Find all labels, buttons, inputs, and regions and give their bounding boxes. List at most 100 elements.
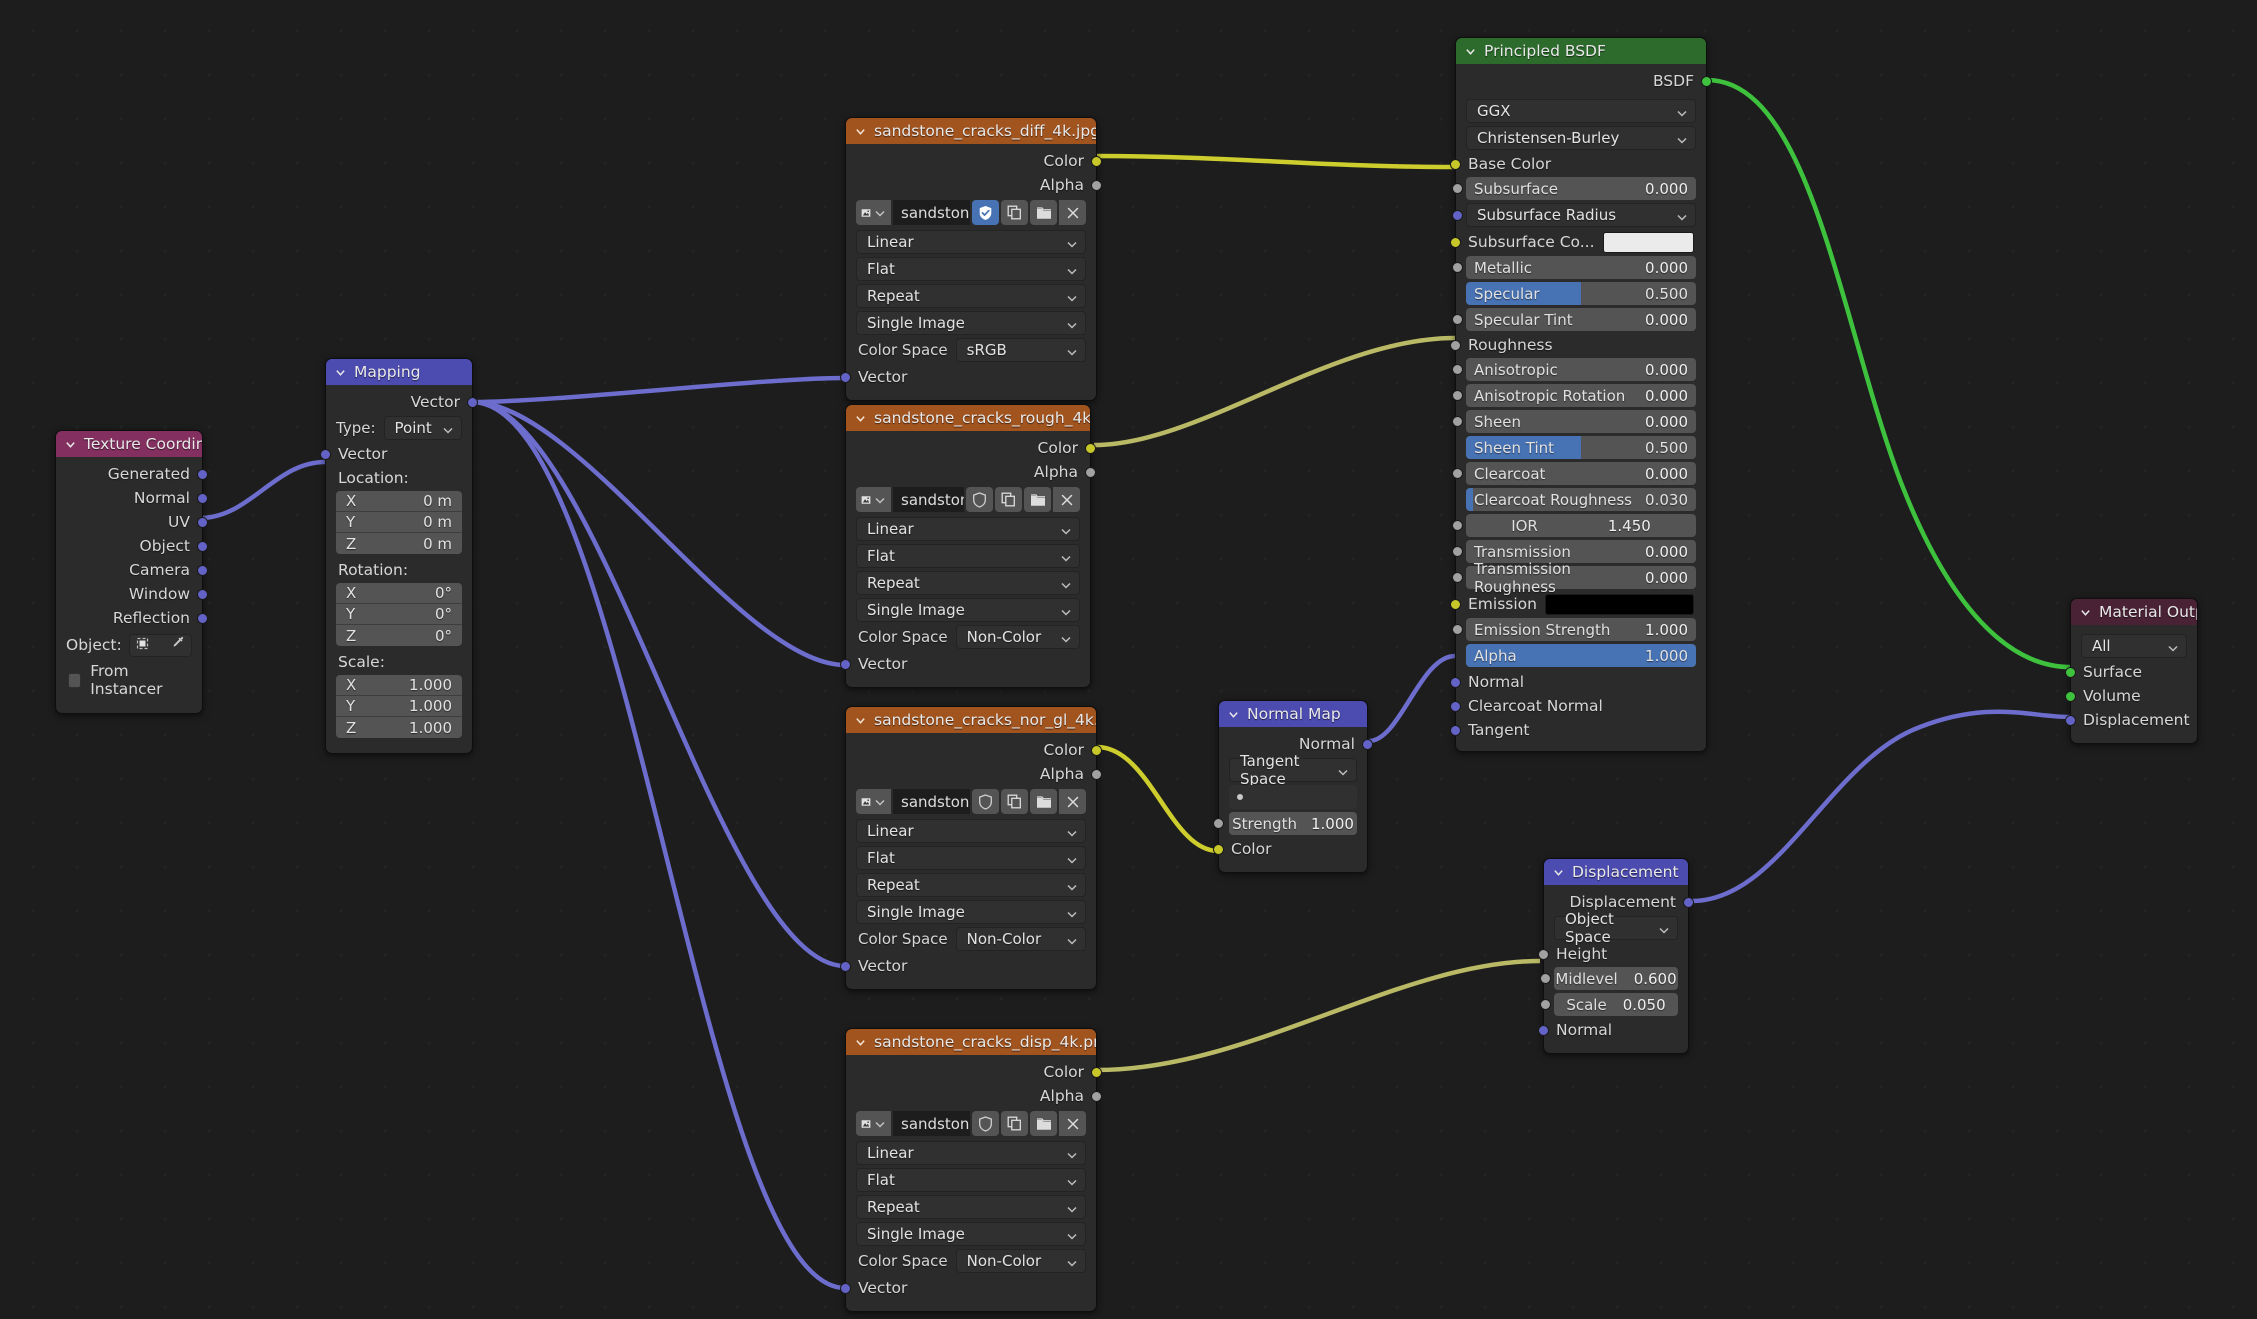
socket-row-camera[interactable]: Camera xyxy=(56,559,208,581)
input-socket-anisotropic-rotation[interactable] xyxy=(1452,390,1463,401)
output-socket-color[interactable] xyxy=(1091,744,1102,756)
extension-dropdown[interactable]: Repeat xyxy=(856,1195,1086,1219)
node-header-principled-bsdf[interactable]: Principled BSDF xyxy=(1456,38,1706,64)
socket-row-normal[interactable]: Normal xyxy=(1450,671,1706,693)
socket-row-clearcoat-normal[interactable]: Clearcoat Normal xyxy=(1450,695,1706,717)
interpolation-dropdown[interactable]: Linear xyxy=(856,819,1086,843)
collapse-chevron-icon[interactable] xyxy=(855,413,866,424)
distribution-dropdown[interactable]: GGX xyxy=(1466,99,1696,123)
socket-row-height[interactable]: Height xyxy=(1538,943,1688,965)
node-header-image-texture-displacement[interactable]: sandstone_cracks_disp_4k.png xyxy=(846,1029,1096,1055)
output-socket-alpha[interactable] xyxy=(1091,179,1102,191)
socket-row-alpha[interactable]: Alpha xyxy=(846,763,1102,785)
output-socket-alpha[interactable] xyxy=(1091,1090,1102,1102)
input-socket-ior[interactable] xyxy=(1452,520,1463,531)
rotation-y[interactable]: Y 0° xyxy=(336,604,462,625)
image-name-field[interactable]: sandstone_crac... xyxy=(893,1111,970,1136)
input-socket-color[interactable] xyxy=(1213,843,1224,855)
input-socket-clearcoat[interactable] xyxy=(1452,468,1463,479)
node-header-material-output[interactable]: Material Output xyxy=(2071,599,2197,625)
socket-row-normal[interactable]: Normal xyxy=(1538,1019,1688,1041)
socket-row-tangent[interactable]: Tangent xyxy=(1450,719,1706,741)
output-socket-normal[interactable] xyxy=(1362,738,1373,750)
input-specular[interactable]: Specular 0.500 xyxy=(1466,282,1696,305)
input-socket-vector[interactable] xyxy=(840,371,851,383)
rotation-group[interactable]: X 0° Y 0° Z 0° xyxy=(336,583,462,646)
input-socket-vector[interactable] xyxy=(320,448,331,460)
open-image-folder-icon[interactable] xyxy=(1024,487,1051,512)
open-image-folder-icon[interactable] xyxy=(1030,200,1057,225)
open-image-folder-icon[interactable] xyxy=(1030,789,1057,814)
fake-user-shield-icon[interactable] xyxy=(972,1111,999,1136)
output-socket-camera[interactable] xyxy=(197,564,208,576)
input-socket-metallic[interactable] xyxy=(1452,262,1463,273)
input-midlevel[interactable]: Midlevel 0.600 xyxy=(1540,967,1678,990)
socket-row-vector-out[interactable]: Vector xyxy=(326,391,478,413)
socket-row-alpha[interactable]: Alpha xyxy=(846,1085,1102,1107)
image-datablock-strip[interactable]: sandstone_crac... xyxy=(856,789,1086,814)
node-image-texture-diffuse[interactable]: sandstone_cracks_diff_4k.jpg Color Alpha… xyxy=(840,117,1102,401)
output-socket-generated[interactable] xyxy=(197,468,208,480)
input-metallic[interactable]: Metallic 0.000 xyxy=(1452,256,1696,279)
socket-row-alpha[interactable]: Alpha xyxy=(846,174,1102,196)
input-ior[interactable]: IOR 1.450 xyxy=(1452,514,1696,537)
projection-dropdown[interactable]: Flat xyxy=(856,257,1086,281)
image-name-field[interactable]: sandstone_crac... xyxy=(893,487,964,512)
input-socket-specular-tint[interactable] xyxy=(1452,314,1463,325)
image-name-field[interactable]: sandstone_crac... xyxy=(893,789,970,814)
interpolation-dropdown[interactable]: Linear xyxy=(856,1141,1086,1165)
node-header-image-texture-normal[interactable]: sandstone_cracks_nor_gl_4k.exr xyxy=(846,707,1096,733)
node-header-displacement[interactable]: Displacement xyxy=(1544,859,1688,885)
node-principled-bsdf[interactable]: Principled BSDF BSDF GGX Christensen-Bur… xyxy=(1450,37,1712,752)
browse-image-button[interactable] xyxy=(856,200,891,225)
collapse-chevron-icon[interactable] xyxy=(855,715,866,726)
input-specular-tint[interactable]: Specular Tint 0.000 xyxy=(1452,308,1696,331)
fake-user-shield-icon[interactable] xyxy=(966,487,993,512)
input-socket-midlevel[interactable] xyxy=(1540,973,1551,984)
eyedropper-icon[interactable] xyxy=(170,635,186,655)
input-socket-vector[interactable] xyxy=(840,658,851,670)
subsurface-color-swatch[interactable] xyxy=(1602,231,1694,253)
image-datablock-strip[interactable]: sandstone_crac... xyxy=(856,487,1080,512)
socket-row-roughness[interactable]: Roughness xyxy=(1450,334,1706,356)
location-y[interactable]: Y 0 m xyxy=(336,512,462,533)
fake-user-shield-icon[interactable] xyxy=(972,789,999,814)
input-socket-subsurface[interactable] xyxy=(1452,183,1463,194)
input-socket-height[interactable] xyxy=(1538,948,1549,960)
input-subsurface-radius[interactable]: Subsurface Radius xyxy=(1452,203,1696,227)
new-image-copy-icon[interactable] xyxy=(1001,789,1028,814)
object-picker-row[interactable]: Object: xyxy=(66,633,192,657)
input-socket-emission-strength[interactable] xyxy=(1452,624,1463,635)
output-socket-uv[interactable] xyxy=(197,516,208,528)
input-anisotropic-rotation[interactable]: Anisotropic Rotation 0.000 xyxy=(1452,384,1696,407)
from-instancer-row[interactable]: From Instancer xyxy=(68,662,190,698)
input-socket-volume[interactable] xyxy=(2065,690,2076,702)
input-socket-roughness[interactable] xyxy=(1450,339,1461,351)
socket-row-surface[interactable]: Surface xyxy=(2065,661,2197,683)
output-socket-displacement[interactable] xyxy=(1683,896,1694,908)
space-dropdown[interactable]: Tangent Space xyxy=(1229,752,1357,788)
input-socket-subsurface-color[interactable] xyxy=(1450,236,1461,248)
node-mapping[interactable]: Mapping Vector Type: Point Vector Locati… xyxy=(320,358,478,754)
scale-z[interactable]: Z 1.000 xyxy=(336,717,462,738)
input-transmission-roughness[interactable]: Transmission Roughness 0.000 xyxy=(1452,560,1696,596)
extension-dropdown[interactable]: Repeat xyxy=(856,571,1080,595)
unlink-image-close-icon[interactable] xyxy=(1059,200,1086,225)
node-material-output[interactable]: Material Output All Surface Volume Displ… xyxy=(2065,598,2198,744)
uv-map-field[interactable] xyxy=(1229,785,1357,809)
node-header-texture-coordinate[interactable]: Texture Coordinate xyxy=(56,431,202,457)
colorspace-dropdown[interactable]: Non-Color xyxy=(955,927,1086,951)
output-socket-bsdf[interactable] xyxy=(1701,75,1712,87)
colorspace-row[interactable]: Color Space Non-Color xyxy=(858,1249,1086,1273)
input-scale[interactable]: Scale 0.050 xyxy=(1540,993,1678,1016)
colorspace-row[interactable]: Color Space sRGB xyxy=(858,338,1086,362)
strength-value-field[interactable]: Strength 1.000 xyxy=(1213,812,1357,835)
input-emission[interactable]: Emission xyxy=(1450,592,1706,616)
input-emission-strength[interactable]: Emission Strength 1.000 xyxy=(1452,618,1696,641)
input-socket-vector[interactable] xyxy=(840,1282,851,1294)
open-image-folder-icon[interactable] xyxy=(1030,1111,1057,1136)
source-dropdown[interactable]: Single Image xyxy=(856,311,1086,335)
image-name-field[interactable]: sandstone_crac... xyxy=(893,200,970,225)
object-field[interactable] xyxy=(128,633,192,657)
colorspace-row[interactable]: Color Space Non-Color xyxy=(858,625,1080,649)
